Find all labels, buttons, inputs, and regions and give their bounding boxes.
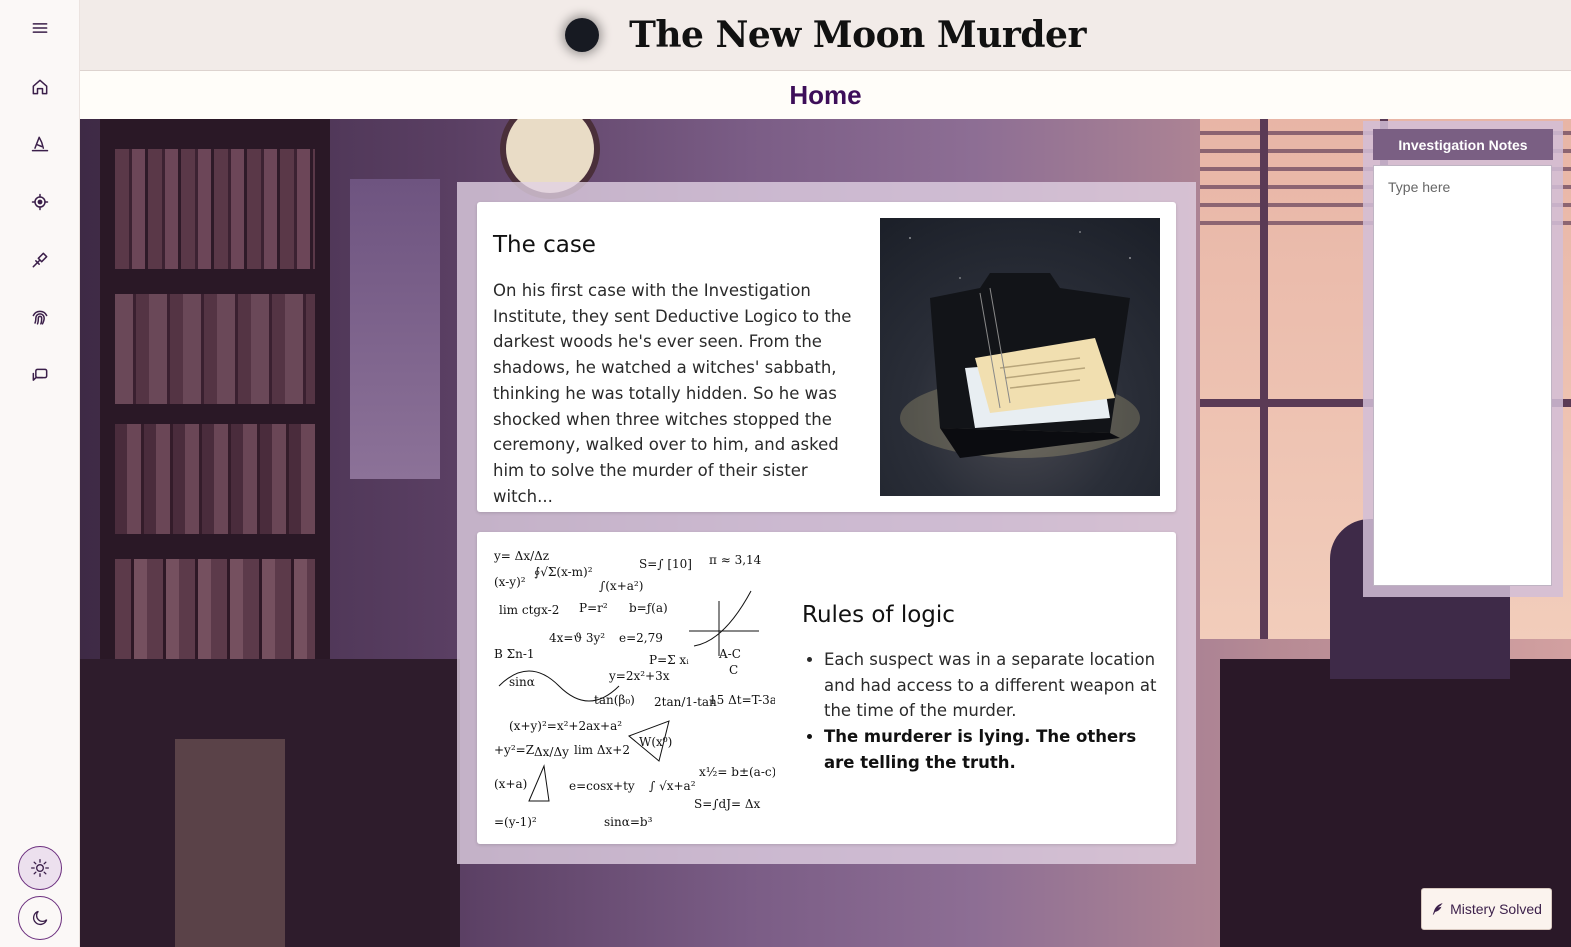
svg-text:2tan/1-tan: 2tan/1-tan [654,695,717,709]
math-equations-image: y= Δx/Δz ∮√Σ(x-m)² S=∫ [10] π ≈ 3,14 (x-… [489,546,775,828]
svg-text:(x+a): (x+a) [494,777,527,791]
home-icon[interactable] [24,71,56,103]
rules-card: y= Δx/Δz ∮√Σ(x-m)² S=∫ [10] π ≈ 3,14 (x-… [477,532,1176,844]
page-title-bar: Home [80,71,1571,119]
svg-text:+y²=Z: +y²=Z [494,743,534,757]
svg-text:b=ƒ(a): b=ƒ(a) [629,601,668,615]
svg-text:4x=ϑ 3y²: 4x=ϑ 3y² [549,631,605,645]
case-card: The case On his first case with the Inve… [477,202,1176,512]
svg-text:Δx/Δy: Δx/Δy [534,745,569,759]
site-title: The New Moon Murder [629,14,1086,56]
weapon-icon[interactable] [24,244,56,276]
svg-text:B Σn-1: B Σn-1 [494,647,535,661]
svg-text:∫(x+a²): ∫(x+a²) [599,579,643,593]
menu-icon[interactable] [24,12,56,44]
rule-item: The murderer is lying. The others are te… [824,724,1162,775]
svg-text:A-C: A-C [718,647,741,661]
svg-text:S=∫dJ= Δx: S=∫dJ= Δx [694,797,761,811]
sidebar [0,0,80,947]
svg-text:e=2,79: e=2,79 [619,631,663,645]
svg-text:C: C [729,663,738,677]
svg-text:x½= b±(a-c)/√a: x½= b±(a-c)/√a [699,765,775,779]
svg-text:lim Δx+2: lim Δx+2 [574,743,630,757]
case-description: On his first case with the Investigation… [493,281,852,506]
svg-text:(x-y)²: (x-y)² [494,575,526,589]
case-title: The case [493,232,596,258]
page-title: Home [789,79,862,110]
svg-text:W(x⁰): W(x⁰) [639,735,672,749]
svg-text:S=∫ [10]: S=∫ [10] [639,557,692,571]
notes-textarea[interactable] [1373,165,1552,586]
rules-title: Rules of logic [802,602,955,628]
rules-list: Each suspect was in a separate location … [802,647,1162,776]
notes-title: Investigation Notes [1373,129,1553,160]
case-folder-image [880,218,1160,496]
witch-hat-icon[interactable] [24,128,56,160]
moon-icon[interactable] [18,896,62,940]
svg-text:P=Σ xᵢ: P=Σ xᵢ [649,653,689,667]
site-header: The New Moon Murder [80,0,1571,71]
svg-text:lim ctgx-2: lim ctgx-2 [499,603,559,617]
svg-text:tan(β₀): tan(β₀) [594,693,635,707]
svg-text:y=2x²+3x: y=2x²+3x [608,669,670,683]
quill-icon [1432,903,1443,915]
chat-icon[interactable] [24,360,56,392]
mistery-solved-button[interactable]: Mistery Solved [1421,888,1552,930]
main-panel: The case On his first case with the Inve… [457,182,1196,864]
rule-item: Each suspect was in a separate location … [824,647,1162,724]
new-moon-logo [565,18,600,52]
svg-text:=(y-1)²: =(y-1)² [494,815,537,828]
svg-text:15 Δt=T-3a: 15 Δt=T-3a [709,693,775,707]
svg-text:∫ √x+a²: ∫ √x+a² [649,779,696,793]
location-target-icon[interactable] [24,186,56,218]
sun-icon[interactable] [18,846,62,890]
mistery-solved-label: Mistery Solved [1450,901,1542,917]
svg-text:y= Δx/Δz: y= Δx/Δz [493,549,549,563]
investigation-notes-panel: Investigation Notes [1363,121,1563,597]
svg-text:sinα: sinα [509,675,535,689]
svg-text:∮√Σ(x-m)²: ∮√Σ(x-m)² [534,565,593,579]
fingerprint-icon[interactable] [24,302,56,334]
svg-text:P=r²: P=r² [579,601,608,615]
svg-text:sinα=b³: sinα=b³ [604,815,653,828]
svg-text:π ≈ 3,14: π ≈ 3,14 [709,553,762,567]
svg-text:e=cosx+ty: e=cosx+ty [569,779,635,793]
svg-text:(x+y)²=x²+2ax+a²: (x+y)²=x²+2ax+a² [509,719,622,733]
